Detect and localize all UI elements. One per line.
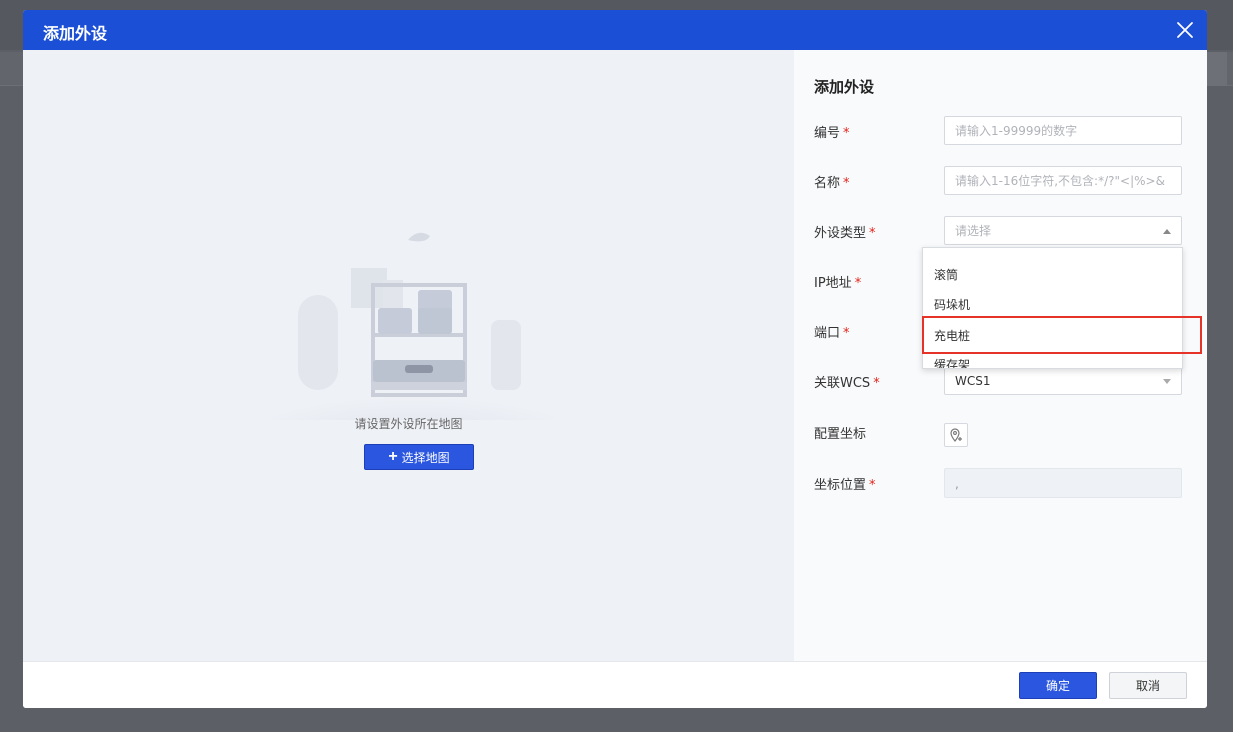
modal-header: 添加外设 bbox=[23, 10, 1207, 50]
wcs-select[interactable]: WCS1 bbox=[944, 366, 1182, 395]
modal-footer: 确定 取消 bbox=[23, 661, 1207, 708]
select-map-button[interactable]: + 选择地图 bbox=[364, 444, 474, 470]
type-dropdown[interactable]: 滚筒 码垛机 充电桩 缓存架 bbox=[922, 247, 1183, 369]
modal-title: 添加外设 bbox=[43, 24, 108, 43]
config-coord-label: 配置坐标 bbox=[814, 427, 867, 442]
wcs-label: 关联WCS * bbox=[814, 376, 880, 391]
select-map-label: 选择地图 bbox=[401, 450, 450, 465]
dropdown-option[interactable]: 滚筒 bbox=[923, 260, 1182, 290]
ip-label: IP地址 * bbox=[814, 276, 862, 291]
map-panel: 请设置外设所在地图 + 选择地图 bbox=[23, 50, 794, 661]
background-toolbar-edge bbox=[1207, 52, 1227, 86]
cancel-button[interactable]: 取消 bbox=[1109, 672, 1187, 699]
dropdown-option[interactable]: 码垛机 bbox=[923, 290, 1182, 320]
coord-pos-label: 坐标位置 * bbox=[814, 478, 876, 493]
ok-button[interactable]: 确定 bbox=[1019, 672, 1097, 699]
type-label: 外设类型 * bbox=[814, 226, 876, 241]
name-label: 名称 * bbox=[814, 176, 850, 191]
port-label: 端口 * bbox=[814, 326, 850, 341]
warehouse-shelf-illustration bbox=[263, 232, 563, 420]
dropdown-option[interactable]: 缓存架 bbox=[923, 350, 1182, 368]
map-pin-add-icon[interactable] bbox=[944, 423, 968, 447]
dropdown-option-charging-pile[interactable]: 充电桩 bbox=[923, 321, 1182, 351]
close-icon[interactable] bbox=[1173, 18, 1197, 42]
name-input[interactable] bbox=[944, 166, 1182, 195]
plus-icon: + bbox=[388, 448, 398, 465]
caret-down-icon bbox=[1163, 379, 1171, 384]
caret-up-icon bbox=[1163, 229, 1171, 234]
form-title: 添加外设 bbox=[814, 78, 875, 96]
number-label: 编号 * bbox=[814, 126, 850, 141]
map-hint: 请设置外设所在地图 bbox=[354, 417, 463, 431]
type-select[interactable]: 请选择 bbox=[944, 216, 1182, 245]
number-input[interactable] bbox=[944, 116, 1182, 145]
coord-pos-field: , bbox=[944, 468, 1182, 498]
